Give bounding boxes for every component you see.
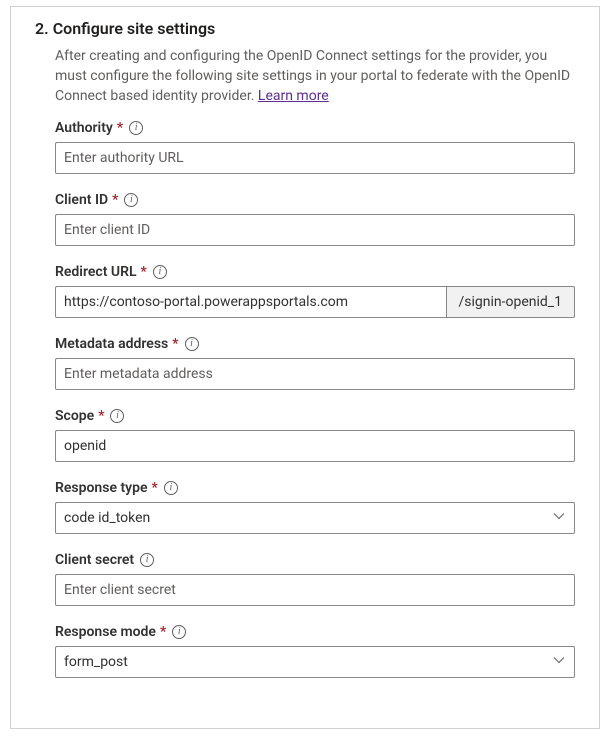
- info-icon[interactable]: i: [153, 265, 167, 279]
- response-type-select[interactable]: code id_token: [55, 502, 575, 534]
- response-type-value: code id_token: [64, 510, 150, 526]
- client-secret-field-group: Client secret i: [55, 552, 575, 606]
- info-icon[interactable]: i: [129, 121, 143, 135]
- authority-input[interactable]: [55, 142, 575, 174]
- authority-label: Authority: [55, 120, 113, 136]
- client-id-input[interactable]: [55, 214, 575, 246]
- info-icon[interactable]: i: [140, 553, 154, 567]
- configure-site-settings-panel: 2. Configure site settings After creatin…: [10, 6, 600, 729]
- response-mode-field-group: Response mode * i form_post: [55, 624, 575, 678]
- redirect-url-field-group: Redirect URL * i /signin-openid_1: [55, 264, 575, 318]
- required-mark: *: [152, 480, 158, 496]
- response-mode-select[interactable]: form_post: [55, 646, 575, 678]
- response-type-field-group: Response type * i code id_token: [55, 480, 575, 534]
- redirect-url-label: Redirect URL: [55, 264, 137, 280]
- info-icon[interactable]: i: [185, 337, 199, 351]
- required-mark: *: [112, 192, 118, 208]
- required-mark: *: [141, 264, 147, 280]
- response-mode-value: form_post: [64, 654, 128, 670]
- client-secret-input[interactable]: [55, 574, 575, 606]
- required-mark: *: [172, 336, 178, 352]
- scope-input[interactable]: [55, 430, 575, 462]
- required-mark: *: [160, 624, 166, 640]
- client-id-field-group: Client ID * i: [55, 192, 575, 246]
- metadata-address-input[interactable]: [55, 358, 575, 390]
- learn-more-link[interactable]: Learn more: [258, 88, 329, 104]
- site-settings-fields: Authority * i Client ID * i Redirect URL…: [55, 120, 575, 678]
- client-id-label: Client ID: [55, 192, 108, 208]
- info-icon[interactable]: i: [172, 625, 186, 639]
- step-number: 2.: [35, 19, 49, 38]
- metadata-address-field-group: Metadata address * i: [55, 336, 575, 390]
- metadata-address-label: Metadata address: [55, 336, 168, 352]
- info-icon[interactable]: i: [110, 409, 124, 423]
- scope-label: Scope: [55, 408, 94, 424]
- info-icon[interactable]: i: [164, 481, 178, 495]
- step-description: After creating and configuring the OpenI…: [55, 46, 575, 106]
- info-icon[interactable]: i: [124, 193, 138, 207]
- authority-field-group: Authority * i: [55, 120, 575, 174]
- step-title: Configure site settings: [53, 19, 216, 38]
- redirect-url-input[interactable]: [55, 286, 447, 318]
- response-mode-label: Response mode: [55, 624, 156, 640]
- scope-field-group: Scope * i: [55, 408, 575, 462]
- step-heading: 2. Configure site settings: [35, 19, 575, 38]
- client-secret-label: Client secret: [55, 552, 134, 568]
- redirect-url-suffix: /signin-openid_1: [447, 286, 576, 318]
- required-mark: *: [98, 408, 104, 424]
- required-mark: *: [117, 120, 123, 136]
- response-type-label: Response type: [55, 480, 148, 496]
